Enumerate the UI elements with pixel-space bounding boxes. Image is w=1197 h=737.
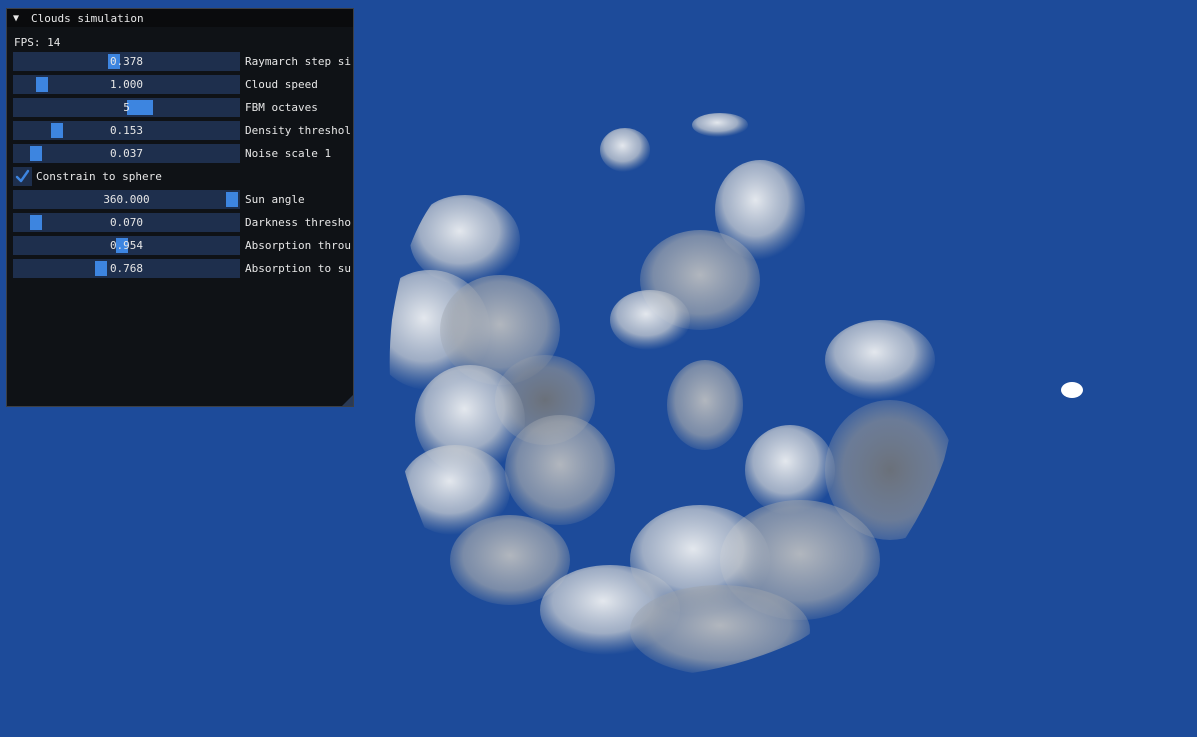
constrain-to-sphere-row: Constrain to sphere	[13, 167, 353, 186]
window-title: Clouds simulation	[31, 11, 144, 25]
darkness-threshold-row: 0.070 Darkness thresho	[13, 213, 353, 232]
slider-grab[interactable]	[30, 146, 42, 161]
slider-grab[interactable]	[127, 100, 153, 115]
sun-marker	[1061, 382, 1083, 398]
slider-label: Density threshol	[245, 124, 351, 137]
constrain-to-sphere-checkbox[interactable]	[13, 167, 32, 186]
noise-scale-row: 0.037 Noise scale 1	[13, 144, 353, 163]
slider-label: Raymarch step si	[245, 55, 351, 68]
darkness-threshold-slider[interactable]: 0.070	[13, 213, 240, 232]
cloud-sphere	[389, 113, 955, 675]
sun-angle-row: 360.000 Sun angle	[13, 190, 353, 209]
slider-label: Cloud speed	[245, 78, 318, 91]
slider-grab[interactable]	[30, 215, 42, 230]
sun-angle-slider[interactable]: 360.000	[13, 190, 240, 209]
fps-counter: FPS: 14	[14, 36, 61, 49]
slider-label: Absorption to su	[245, 262, 351, 275]
cloud-speed-slider[interactable]: 1.000	[13, 75, 240, 94]
slider-label: Absorption throu	[245, 239, 351, 252]
absorption-to-sun-row: 0.768 Absorption to su	[13, 259, 353, 278]
slider-grab[interactable]	[226, 192, 238, 207]
raymarch-step-row: 0.378 Raymarch step si	[13, 52, 353, 71]
slider-grab[interactable]	[116, 238, 128, 253]
slider-grab[interactable]	[51, 123, 63, 138]
checkbox-label: Constrain to sphere	[36, 170, 162, 183]
density-threshold-row: 0.153 Density threshol	[13, 121, 353, 140]
clouds-simulation-window[interactable]: ▼ Clouds simulation FPS: 14 0.378 Raymar…	[6, 8, 354, 407]
window-titlebar[interactable]: ▼ Clouds simulation	[7, 9, 353, 27]
slider-value: 0.070	[109, 216, 144, 229]
slider-label: Noise scale 1	[245, 147, 332, 160]
raymarch-step-slider[interactable]: 0.378	[13, 52, 240, 71]
slider-grab[interactable]	[95, 261, 107, 276]
slider-grab[interactable]	[36, 77, 48, 92]
slider-value: 0.768	[109, 262, 144, 275]
noise-scale-slider[interactable]: 0.037	[13, 144, 240, 163]
slider-value: 0.153	[109, 124, 144, 137]
slider-label: FBM octaves	[245, 101, 318, 114]
fbm-octaves-slider[interactable]: 5	[13, 98, 240, 117]
slider-value: 360.000	[103, 193, 150, 206]
absorption-through-row: 0.954 Absorption throu	[13, 236, 353, 255]
slider-label: Darkness thresho	[245, 216, 351, 229]
absorption-to-sun-slider[interactable]: 0.768	[13, 259, 240, 278]
slider-label: Sun angle	[245, 193, 305, 206]
slider-value: 0.378	[109, 55, 144, 68]
fbm-octaves-row: 5 FBM octaves	[13, 98, 353, 117]
density-threshold-slider[interactable]: 0.153	[13, 121, 240, 140]
slider-value: 0.037	[109, 147, 144, 160]
resize-grip[interactable]	[342, 395, 353, 406]
checkmark-icon	[15, 169, 30, 183]
slider-grab[interactable]	[108, 54, 120, 69]
absorption-through-slider[interactable]: 0.954	[13, 236, 240, 255]
cloud-speed-row: 1.000 Cloud speed	[13, 75, 353, 94]
collapse-arrow-icon[interactable]: ▼	[13, 13, 23, 24]
